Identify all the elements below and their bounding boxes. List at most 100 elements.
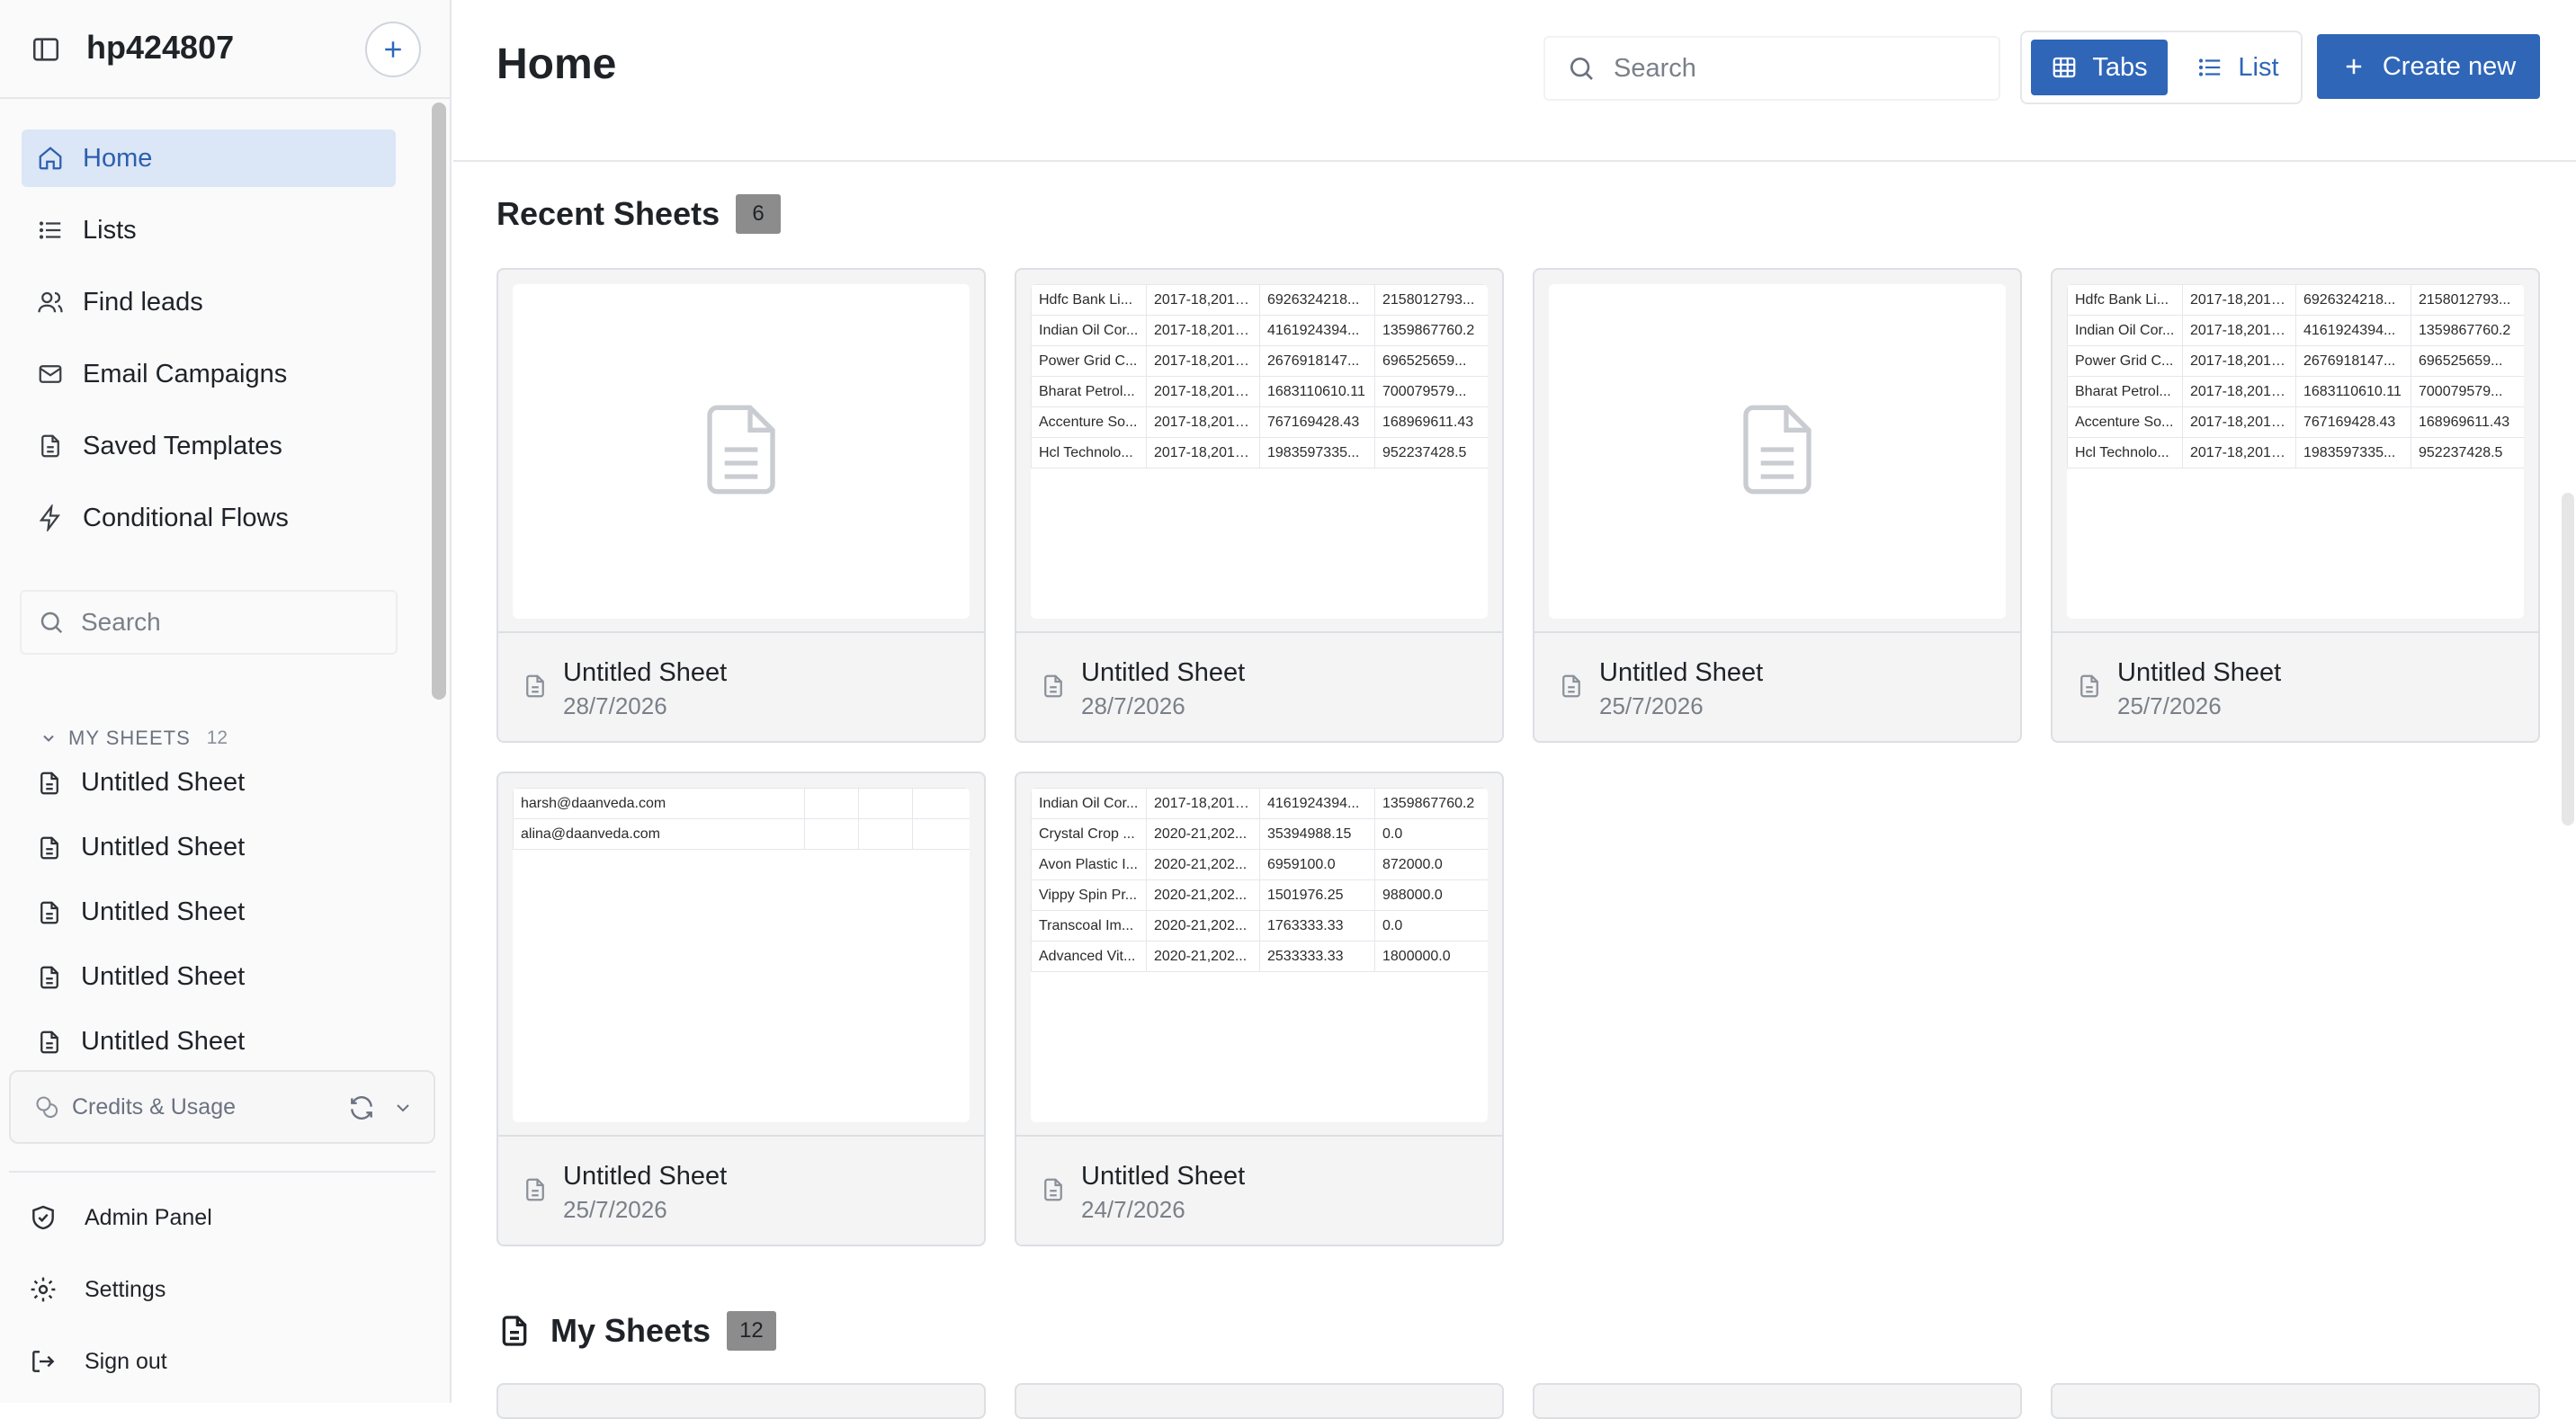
sheet-card-name: Untitled Sheet [1081, 1162, 1246, 1191]
chevron-down-icon [43, 735, 54, 742]
refresh-icon[interactable] [347, 1093, 376, 1122]
document-icon [1558, 673, 1585, 700]
table-row: Hdfc Bank Li... 2017-18,2018... 6926324218… [2067, 284, 2524, 316]
sheet-card-date: 28/7/2026 [563, 692, 667, 719]
mail-icon [36, 360, 65, 388]
sidebar-item-lists[interactable]: Lists [22, 201, 396, 259]
sheet-card[interactable] [496, 1383, 986, 1419]
table-row: Avon Plastic I... 2020-21,202... 6959100.0… [1031, 849, 1488, 880]
sidebar-item-label: Email Campaigns [83, 359, 288, 388]
sheet-card[interactable]: harsh@daanveda.com alina@daanveda.com Un… [496, 772, 986, 1246]
sheet-preview: Hdfc Bank Li... 2017-18,2018... 6926324218… [2067, 284, 2524, 619]
search-placeholder: Search [1614, 53, 1696, 83]
sheet-card[interactable]: Untitled Sheet 25/7/2026 [1533, 268, 2022, 743]
sidebar-sheet-item[interactable]: Untitled Sheet [36, 768, 245, 798]
sidebar-toggle-icon[interactable] [31, 34, 61, 65]
view-mode-toggle: Tabs List [2020, 31, 2303, 104]
sidebar-search-input[interactable]: Search [20, 590, 398, 655]
sheet-preview: Hdfc Bank Li... 2017-18,2018... 6926324218… [1031, 284, 1488, 619]
sidebar-item-home[interactable]: Home [22, 129, 396, 187]
sidebar: hp424807 Home Lists Find leads Email Cam… [0, 0, 452, 1403]
table-row: Bharat Petrol... 2017-18,2018... 168311061… [2067, 376, 2524, 407]
settings-label: Settings [85, 1276, 166, 1302]
table-cell: 2020-21,202... [1146, 879, 1260, 911]
sheet-preview-table: harsh@daanveda.com alina@daanveda.com [513, 788, 970, 850]
add-workspace-button[interactable] [365, 22, 421, 77]
sidebar-sheet-item[interactable]: Untitled Sheet [36, 833, 245, 862]
table-cell: 1359867760.2 [1374, 315, 1488, 346]
sheet-card-name: Untitled Sheet [563, 658, 728, 687]
document-icon [40, 966, 58, 988]
table-cell: 2017-18,2018... [1146, 376, 1260, 407]
sheet-card[interactable] [1015, 1383, 1504, 1419]
document-icon [36, 432, 65, 460]
main-scrollbar-thumb[interactable] [2562, 493, 2574, 826]
table-cell: alina@daanveda.com [513, 818, 805, 850]
sheet-card[interactable]: Untitled Sheet 28/7/2026 [496, 268, 986, 743]
sheet-preview-table: Hdfc Bank Li... 2017-18,2018... 6926324218… [2067, 284, 2524, 469]
sidebar-sheet-item[interactable]: Untitled Sheet [36, 897, 245, 927]
sidebar-sheet-item[interactable]: Untitled Sheet [36, 962, 245, 992]
sheet-card[interactable] [2051, 1383, 2540, 1419]
workspace-name[interactable]: hp424807 [86, 29, 234, 67]
admin-panel-label: Admin Panel [85, 1204, 212, 1230]
table-cell: 2017-18,2018... [1146, 345, 1260, 377]
settings-link[interactable]: Settings [29, 1275, 165, 1304]
sidebar-item-label: Home [83, 143, 153, 173]
table-cell: 767169428.43 [2295, 406, 2411, 438]
tabs-view-button[interactable]: Tabs [2031, 40, 2168, 95]
sign-out-icon [32, 1351, 55, 1372]
table-cell: 1359867760.2 [2411, 315, 2524, 346]
recent-sheets-header: Recent Sheets 6 [496, 194, 782, 234]
recent-sheets-title: Recent Sheets [496, 195, 720, 232]
table-cell: 6926324218... [1259, 284, 1375, 316]
sign-out-label: Sign out [85, 1348, 167, 1374]
sidebar-item-email-campaigns[interactable]: Email Campaigns [22, 345, 396, 403]
sheet-card[interactable]: Hdfc Bank Li... 2017-18,2018... 6926324218… [1015, 268, 1504, 743]
list-view-button[interactable]: List [2184, 40, 2292, 95]
sidebar-sheet-item[interactable]: Untitled Sheet [36, 1027, 245, 1054]
table-cell: 2158012793... [2411, 284, 2524, 316]
table-cell: 2020-21,202... [1146, 849, 1260, 880]
table-row: Accenture So... 2017-18,2018... 767169428.… [2067, 406, 2524, 438]
admin-panel-link[interactable]: Admin Panel [29, 1203, 212, 1232]
sign-out-link[interactable]: Sign out [29, 1347, 167, 1376]
sidebar-item-conditional-flows[interactable]: Conditional Flows [22, 489, 396, 547]
table-cell: 2017-18,2018... [1146, 788, 1260, 819]
sheet-card[interactable]: Hdfc Bank Li... 2017-18,2018... 6926324218… [2051, 268, 2540, 743]
coins-icon [36, 1096, 58, 1119]
my-sheets-group-title: MY SHEETS [68, 727, 191, 749]
table-cell: Vippy Spin Pr... [1031, 879, 1147, 911]
search-input[interactable]: Search [1543, 36, 2000, 101]
table-row: harsh@daanveda.com [513, 788, 970, 819]
table-cell [912, 788, 970, 819]
table-cell: 2017-18,2018... [2182, 315, 2296, 346]
my-sheets-group-count: 12 [206, 727, 228, 748]
plus-icon [385, 41, 401, 58]
create-new-button[interactable]: Create new [2317, 34, 2540, 99]
sidebar-scrollbar-thumb[interactable] [432, 103, 446, 700]
table-cell: Hdfc Bank Li... [1031, 284, 1147, 316]
credits-usage-panel[interactable]: Credits & Usage [9, 1070, 435, 1144]
sidebar-item-find-leads[interactable]: Find leads [22, 273, 396, 331]
chevron-down-icon[interactable] [392, 1097, 414, 1119]
table-cell: 0.0 [1374, 818, 1488, 850]
table-cell: 2017-18,2018... [1146, 284, 1260, 316]
sheet-card[interactable]: Indian Oil Cor... 2017-18,2018... 41619243… [1015, 772, 1504, 1246]
sidebar-item-label: Lists [83, 215, 137, 245]
table-cell: 6926324218... [2295, 284, 2411, 316]
table-cell: Avon Plastic I... [1031, 849, 1147, 880]
table-cell: 1983597335... [1259, 437, 1375, 469]
sheet-preview: harsh@daanveda.com alina@daanveda.com [513, 788, 970, 1122]
table-cell [804, 818, 859, 850]
sidebar-scroll-area: Home Lists Find leads Email Campaigns Sa… [0, 101, 425, 1054]
document-icon [40, 901, 58, 924]
table-cell: 2017-18,2018... [1146, 315, 1260, 346]
table-cell: 1983597335... [2295, 437, 2411, 469]
sheet-card[interactable] [1533, 1383, 2022, 1419]
document-icon [496, 1313, 532, 1349]
sheet-preview-table: Indian Oil Cor... 2017-18,2018... 41619243… [1031, 788, 1488, 972]
my-sheets-group-header[interactable]: MY SHEETS 12 [40, 727, 228, 750]
table-row: Power Grid C... 2017-18,2018... 2676918147… [1031, 345, 1488, 377]
sidebar-item-saved-templates[interactable]: Saved Templates [22, 417, 396, 475]
